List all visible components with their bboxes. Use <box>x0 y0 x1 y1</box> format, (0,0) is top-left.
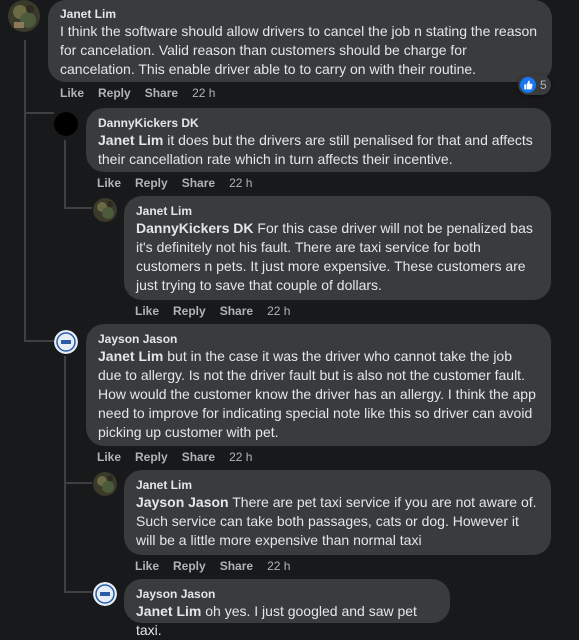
comment-author[interactable]: Janet Lim <box>136 203 539 219</box>
reply-button[interactable]: Reply <box>173 304 206 318</box>
thread-line <box>64 482 92 484</box>
avatar-jayson-jason[interactable] <box>54 330 78 354</box>
thread-line <box>64 591 92 593</box>
comment-author[interactable]: Janet Lim <box>136 477 539 493</box>
comment-author[interactable]: Jayson Jason <box>136 586 438 602</box>
like-button[interactable]: Like <box>135 304 159 318</box>
thread-line <box>64 207 92 209</box>
mention-link[interactable]: Janet Lim <box>98 348 163 364</box>
comment-timestamp[interactable]: 22 h <box>267 304 290 318</box>
comment-text: Janet Lim oh yes. I just googled and saw… <box>136 602 438 640</box>
comment-bubble: Janet Lim Jayson Jason There are pet tax… <box>124 470 551 555</box>
comment-text: Janet Lim it does but the drivers are st… <box>98 131 539 169</box>
thread-line <box>64 140 66 208</box>
comment-actions: Like Reply Share 22 h <box>60 85 229 101</box>
comment-bubble: Jayson Jason Janet Lim oh yes. I just go… <box>124 579 450 638</box>
share-button[interactable]: Share <box>182 176 215 190</box>
comment-actions: Like Reply Share 22 h <box>135 303 304 319</box>
comment-text: I think the software should allow driver… <box>60 23 538 77</box>
comment-actions: Like Reply Share 22 h <box>97 175 266 191</box>
thread-line <box>24 340 54 342</box>
comment-timestamp[interactable]: 22 h <box>229 450 252 464</box>
mention-link[interactable]: Janet Lim <box>136 603 201 619</box>
like-button[interactable]: Like <box>60 86 84 100</box>
comment-text: Janet Lim but in the case it was the dri… <box>98 347 539 442</box>
comment-bubble: Janet Lim I think the software should al… <box>48 0 552 82</box>
mention-link[interactable]: DannyKickers DK <box>136 220 254 236</box>
comment-actions: Like Reply Share 22 h <box>135 558 304 574</box>
thread-line <box>64 356 66 592</box>
comment-timestamp[interactable]: 22 h <box>192 86 215 100</box>
comment-bubble: DannyKickers DK Janet Lim it does but th… <box>86 108 551 172</box>
comment-author[interactable]: Janet Lim <box>60 6 540 22</box>
like-button[interactable]: Like <box>97 176 121 190</box>
share-button[interactable]: Share <box>182 450 215 464</box>
comment-bubble: Jayson Jason Janet Lim but in the case i… <box>86 324 551 446</box>
comment-timestamp[interactable]: 22 h <box>267 559 290 573</box>
like-button[interactable]: Like <box>135 559 159 573</box>
reply-button[interactable]: Reply <box>135 176 168 190</box>
reply-button[interactable]: Reply <box>98 86 131 100</box>
comment-author[interactable]: DannyKickers DK <box>98 115 539 131</box>
like-button[interactable]: Like <box>97 450 121 464</box>
comment-timestamp[interactable]: 22 h <box>229 176 252 190</box>
share-button[interactable]: Share <box>220 304 253 318</box>
reaction-count: 5 <box>540 78 547 92</box>
mention-link[interactable]: Jayson Jason <box>136 494 229 510</box>
share-button[interactable]: Share <box>145 86 178 100</box>
comment-body: but in the case it was the driver who ca… <box>98 348 536 440</box>
avatar-janet-lim[interactable] <box>93 198 117 222</box>
like-icon <box>520 77 536 93</box>
avatar-janet-lim[interactable] <box>93 472 117 496</box>
reaction-summary[interactable]: 5 <box>518 75 551 95</box>
comment-body: it does but the drivers are still penali… <box>98 132 533 167</box>
thread-line <box>24 112 54 114</box>
comment-bubble: Janet Lim DannyKickers DK For this case … <box>124 196 551 300</box>
avatar-janet-lim[interactable] <box>8 0 40 32</box>
mention-link[interactable]: Janet Lim <box>98 132 163 148</box>
comment-author[interactable]: Jayson Jason <box>98 331 539 347</box>
reply-button[interactable]: Reply <box>173 559 206 573</box>
share-button[interactable]: Share <box>220 559 253 573</box>
avatar-dannykickers-dk[interactable] <box>54 112 78 136</box>
comment-actions: Like Reply Share 22 h <box>97 449 266 465</box>
comment-text: DannyKickers DK For this case driver wil… <box>136 219 539 295</box>
comment-text: Jayson Jason There are pet taxi service … <box>136 493 539 550</box>
reply-button[interactable]: Reply <box>135 450 168 464</box>
avatar-jayson-jason[interactable] <box>93 582 117 606</box>
thread-line <box>24 40 26 342</box>
